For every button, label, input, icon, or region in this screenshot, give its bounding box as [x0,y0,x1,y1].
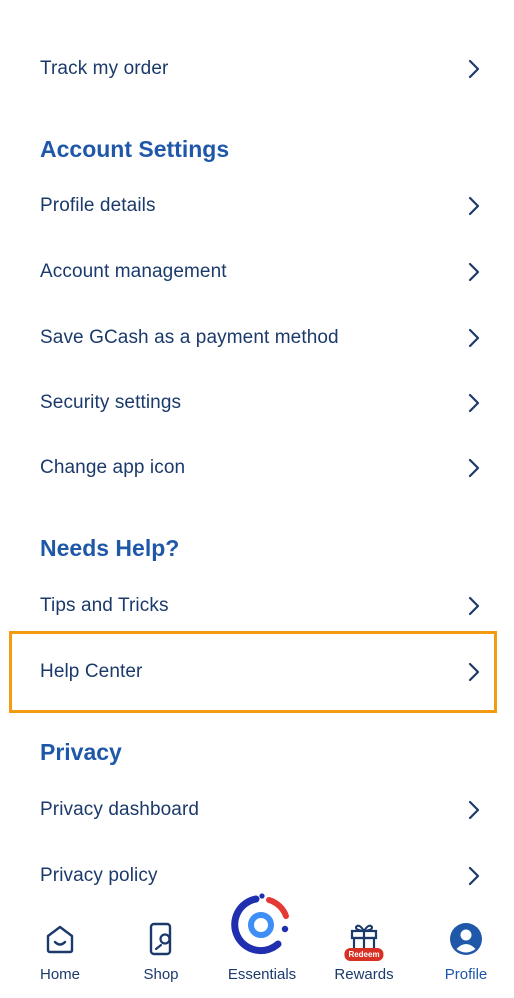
nav-essentials-label: Essentials [227,966,297,983]
menu-item-label: Track my order [40,58,169,79]
menu-item-tips-and-tricks[interactable]: Tips and Tricks [0,586,514,626]
section-heading-needs-help: Needs Help? [40,535,180,561]
menu-item-privacy-dashboard[interactable]: Privacy dashboard [0,790,514,830]
redeem-badge: Redeem [344,948,384,961]
menu-item-label: Change app icon [40,457,186,478]
menu-item-label: Security settings [40,392,182,413]
home-icon [46,925,74,954]
profile-icon [450,923,482,955]
nav-rewards-label: Rewards [334,966,394,983]
section-heading-account-settings: Account Settings [40,136,230,162]
chevron-right-icon [468,262,480,282]
chevron-right-icon [468,866,480,886]
menu-item-label: Tips and Tricks [40,595,169,616]
nav-shop[interactable]: Shop [111,895,211,998]
nav-home-label: Home [39,966,80,983]
chevron-right-icon [468,458,480,478]
nav-profile[interactable]: Profile [416,895,514,998]
chevron-right-icon [468,662,480,682]
menu-item-change-app-icon[interactable]: Change app icon [0,448,514,488]
menu-item-save-gcash[interactable]: Save GCash as a payment method [0,318,514,358]
menu-item-label: Account management [40,261,227,282]
menu-item-label: Help Center [40,661,143,682]
nav-profile-label: Profile [444,966,488,983]
chevron-right-icon [468,393,480,413]
menu-item-security-settings[interactable]: Security settings [0,383,514,423]
chevron-right-icon [468,328,480,348]
nav-home[interactable]: Home [10,895,110,998]
nav-shop-label: Shop [143,966,179,983]
chevron-right-icon [468,596,480,616]
menu-item-profile-details[interactable]: Profile details [0,186,514,226]
menu-item-account-management[interactable]: Account management [0,252,514,292]
menu-item-label: Profile details [40,195,156,216]
menu-item-label: Save GCash as a payment method [40,327,339,348]
nav-rewards[interactable]: Redeem Rewards [314,895,414,998]
menu-item-label: Privacy dashboard [40,799,200,820]
chevron-right-icon [468,196,480,216]
chevron-right-icon [468,59,480,79]
bottom-navigation: Home Shop Essentials Redeem Rewards Prof… [0,893,514,998]
shop-icon [149,922,172,956]
chevron-right-icon [468,800,480,820]
menu-item-help-center[interactable]: Help Center [0,652,514,692]
nav-essentials[interactable]: Essentials [212,893,312,998]
menu-item-label: Privacy policy [40,865,158,886]
essentials-icon [231,893,293,956]
section-heading-privacy: Privacy [40,739,122,765]
menu-item-track-order[interactable]: Track my order [0,49,514,89]
profile-menu-page: Track my order Account Settings Profile … [0,0,514,998]
